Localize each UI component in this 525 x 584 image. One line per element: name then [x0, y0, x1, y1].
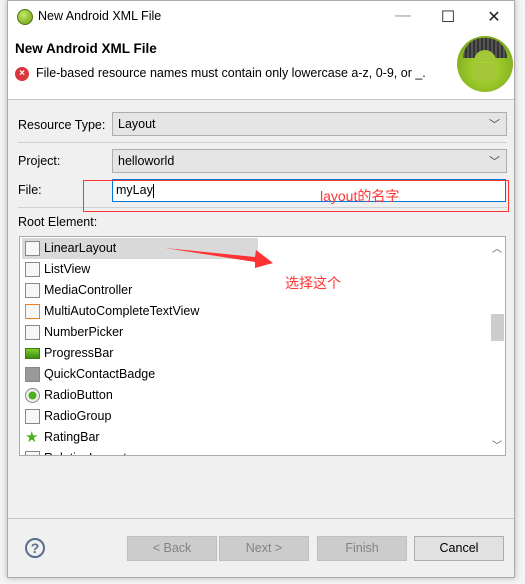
annotation-arrow	[165, 248, 273, 268]
